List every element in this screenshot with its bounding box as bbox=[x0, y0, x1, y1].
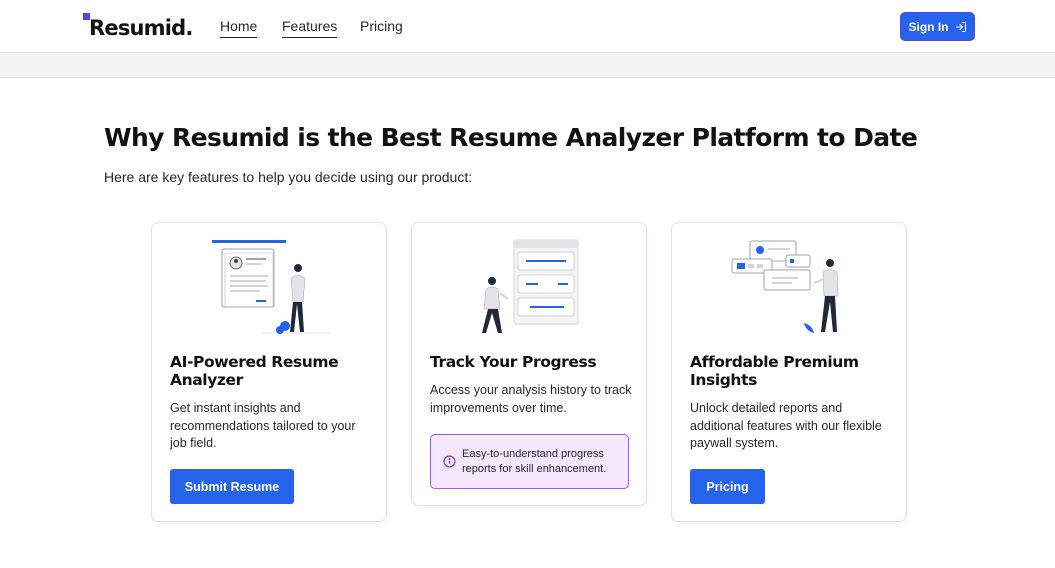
info-icon bbox=[443, 455, 456, 468]
card-title: Track Your Progress bbox=[430, 353, 597, 371]
sign-in-icon bbox=[955, 21, 966, 32]
info-callout: Easy-to-understand progress reports for … bbox=[430, 434, 629, 489]
nav-features-link[interactable]: Features bbox=[282, 18, 338, 38]
feature-card-track-progress: Track Your Progress Access your analysis… bbox=[411, 222, 647, 506]
insights-person-illustration bbox=[731, 240, 839, 333]
pricing-button[interactable]: Pricing bbox=[690, 469, 765, 504]
info-callout-text: Easy-to-understand progress reports for … bbox=[462, 448, 607, 475]
nav-pricing-link[interactable]: Pricing bbox=[360, 18, 403, 37]
progress-person-illustration bbox=[482, 239, 579, 333]
feature-card-resume-analyzer: AI-Powered Resume Analyzer Get instant i… bbox=[151, 222, 387, 522]
card-title: AI-Powered Resume Analyzer bbox=[170, 353, 339, 389]
page-title: Why Resumid is the Best Resume Analyzer … bbox=[104, 123, 918, 152]
nav-home-link[interactable]: Home bbox=[220, 18, 258, 38]
top-navbar: Resumid. Home Features Pricing Sign In bbox=[0, 0, 1055, 53]
card-title: Affordable Premium Insights bbox=[690, 353, 859, 389]
card-description: Get instant insights and recommendations… bbox=[170, 401, 356, 450]
announcement-band bbox=[0, 54, 1055, 78]
sign-in-label: Sign In bbox=[908, 19, 949, 34]
logo-text: Resumid. bbox=[89, 16, 193, 40]
sign-in-button[interactable]: Sign In bbox=[900, 12, 975, 41]
submit-resume-button[interactable]: Submit Resume bbox=[170, 469, 294, 504]
card-description: Access your analysis history to track im… bbox=[430, 383, 632, 415]
page-subtitle: Here are key features to help you decide… bbox=[104, 169, 473, 185]
resume-person-illustration bbox=[212, 240, 330, 334]
feature-card-premium-insights: Affordable Premium Insights Unlock detai… bbox=[671, 222, 907, 522]
card-description: Unlock detailed reports and additional f… bbox=[690, 401, 882, 450]
